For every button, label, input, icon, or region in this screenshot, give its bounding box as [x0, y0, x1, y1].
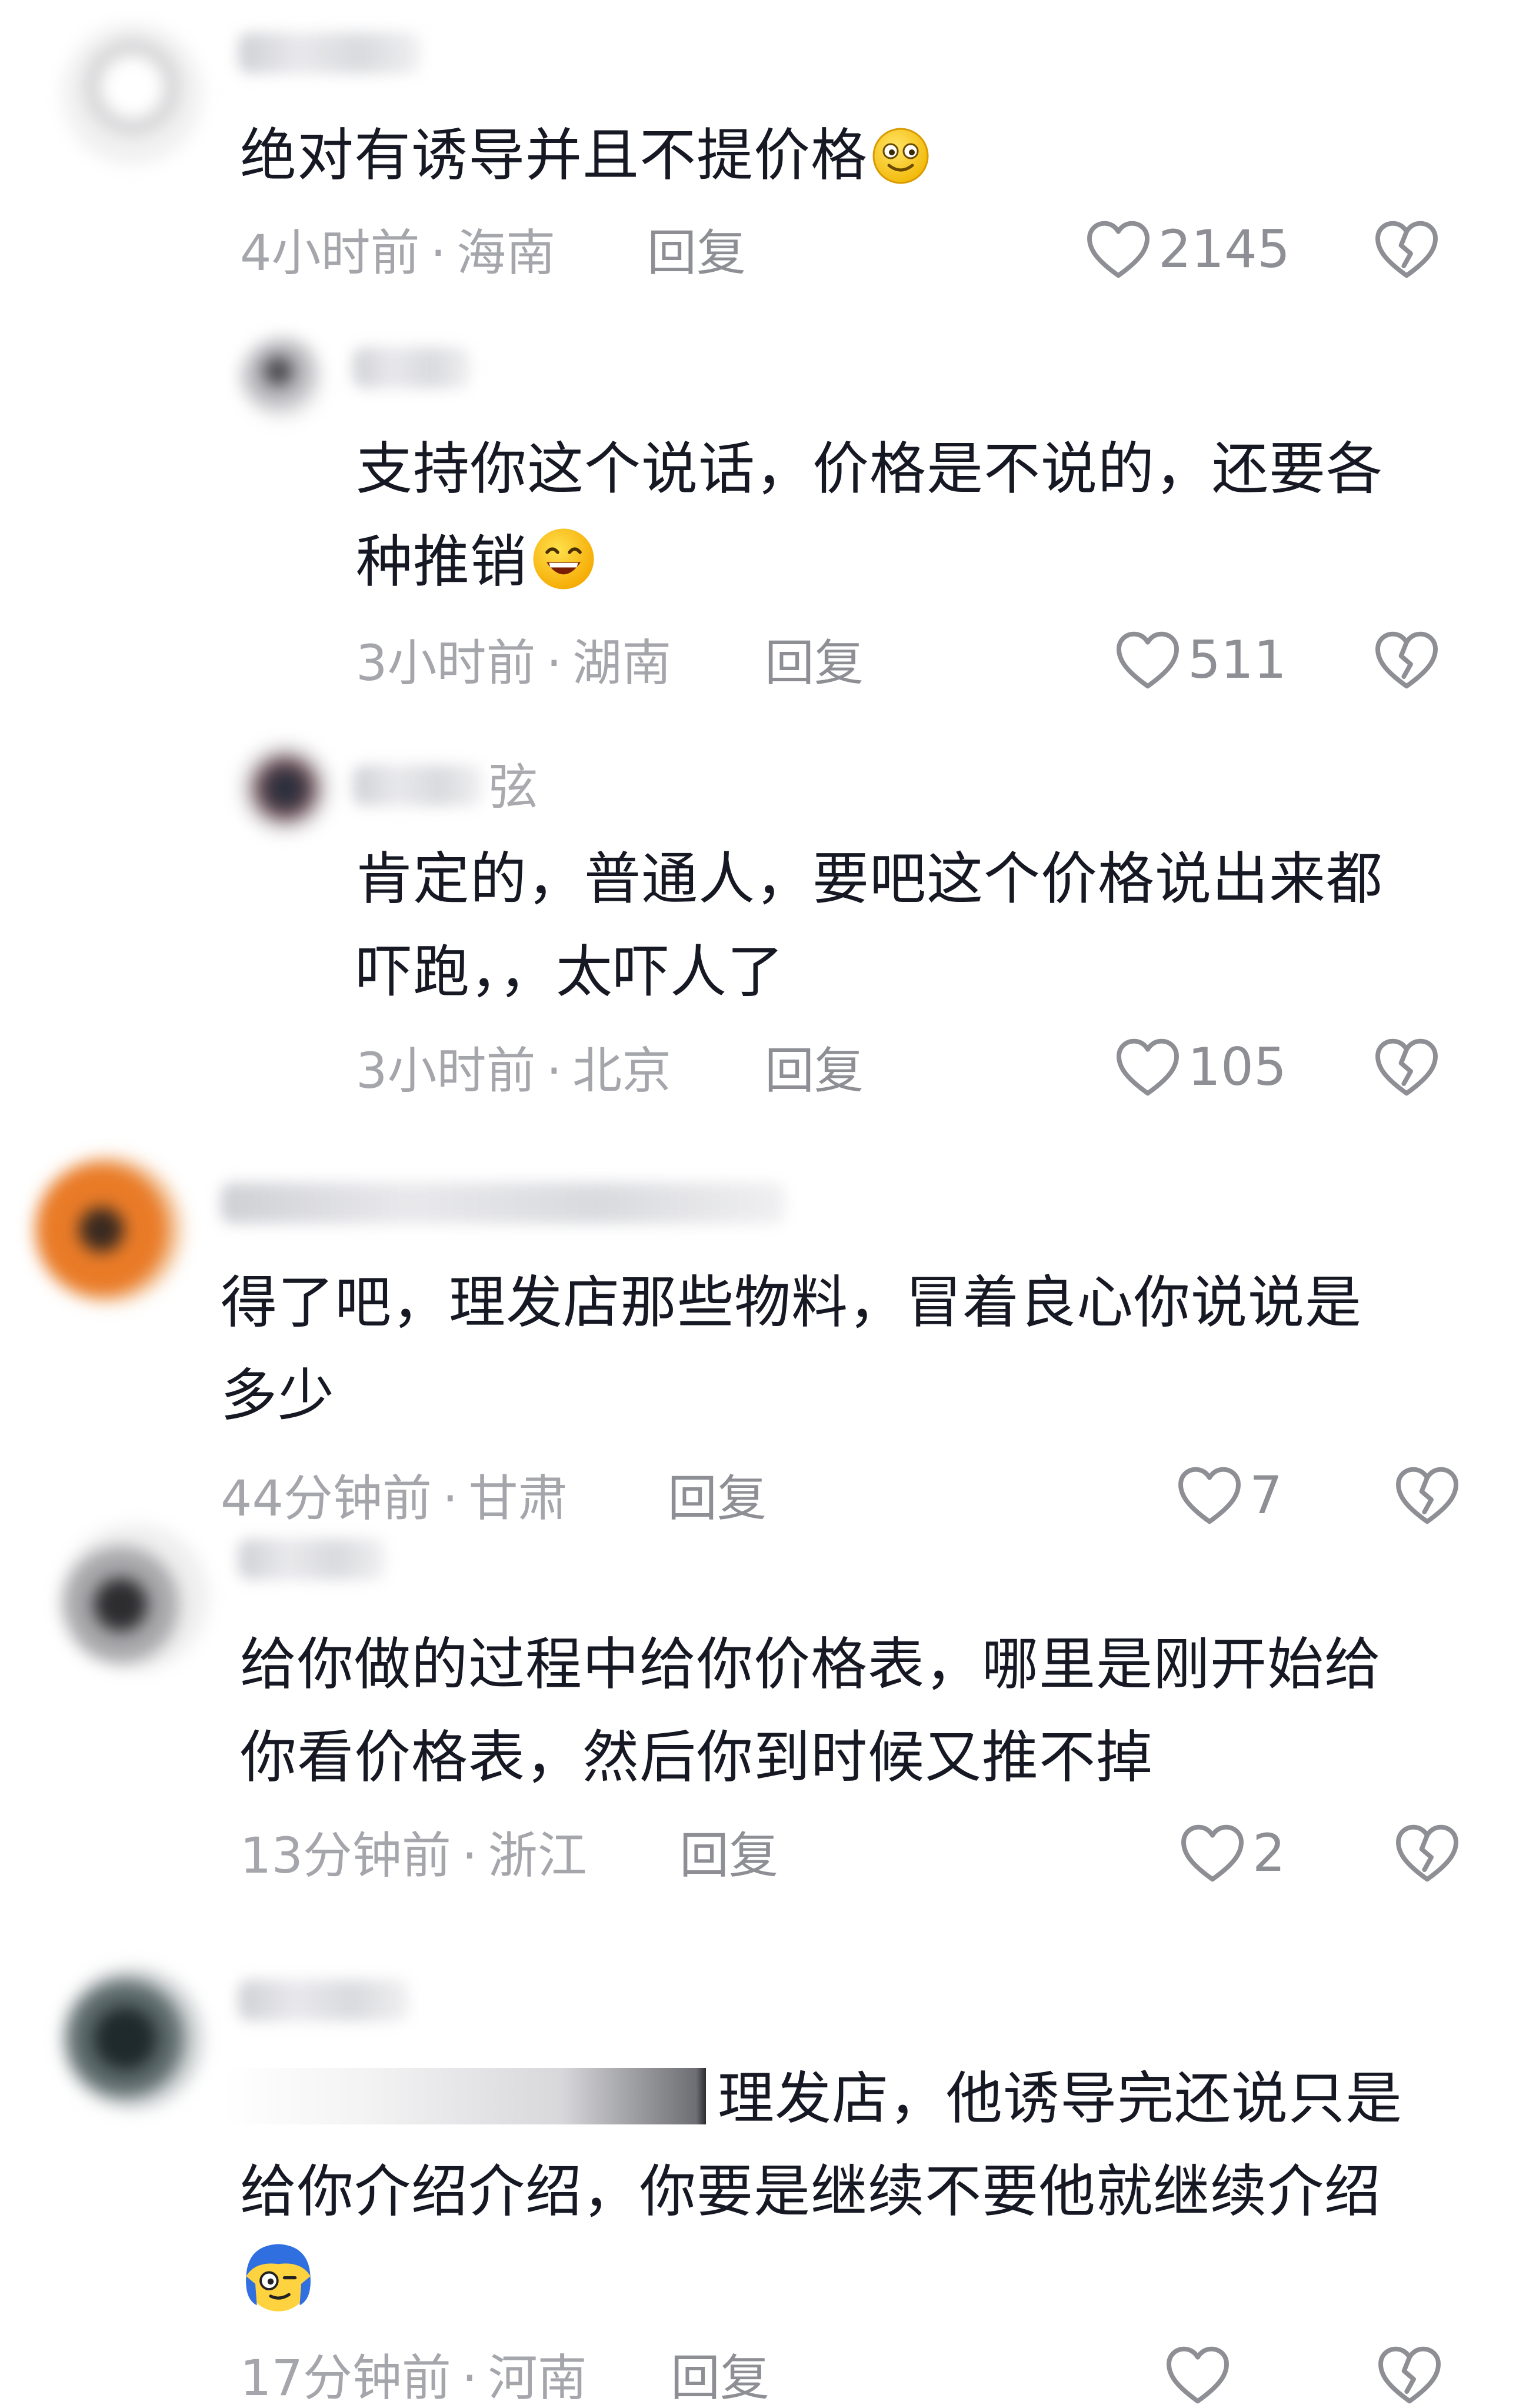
like-button[interactable]: 105 [1115, 1037, 1287, 1098]
meta-separator: · [461, 1827, 478, 1884]
broken-heart-icon [1378, 2346, 1441, 2404]
comment-text: 肯定的，普通人，要吧这个价格说出来都 吓跑，，太吓人了 [356, 832, 1485, 1018]
reply-button[interactable]: 回复 [765, 638, 864, 688]
dislike-button[interactable] [1374, 1037, 1440, 1100]
broken-heart-icon [1375, 221, 1438, 278]
heart-icon [1178, 1467, 1241, 1524]
comment-meta: 44分钟前 · 甘肃 [221, 1474, 568, 1523]
location-label: 甘肃 [468, 1470, 568, 1527]
comment-text-line-2: 给你介绍介绍，你要是继续不要他就继续介绍 [240, 2159, 1381, 2224]
meta-separator: · [546, 634, 562, 692]
comment-text-line-2: 多少 [221, 1363, 335, 1428]
like-count: 2 [1252, 1823, 1285, 1883]
dislike-button[interactable] [1377, 2344, 1442, 2408]
avatar[interactable] [35, 1156, 182, 1303]
heart-icon [1181, 1824, 1244, 1882]
time-label: 4小时前 [240, 224, 420, 282]
reply-button[interactable]: 回复 [668, 1474, 767, 1523]
meta-separator: · [546, 1042, 562, 1100]
comment-text: 绝对有诱导并且不提价格 [240, 109, 930, 212]
comment-text-line-3 [240, 2238, 1505, 2342]
like-button[interactable]: 2145 [1085, 219, 1290, 280]
dislike-button[interactable] [1374, 219, 1440, 282]
comment-text-line-2: 吓跑，，太吓人了 [356, 939, 784, 1005]
avatar[interactable] [241, 338, 324, 421]
comment-meta: 3小时前 · 湖南 [356, 638, 671, 688]
heart-icon [1117, 1038, 1179, 1096]
reply-button[interactable]: 回复 [671, 2353, 769, 2403]
location-label: 河南 [488, 2349, 587, 2407]
username-blurred[interactable] [221, 1183, 785, 1224]
reply-button[interactable]: 回复 [647, 228, 746, 278]
time-label: 13分钟前 [240, 1827, 451, 1884]
location-label: 湖南 [572, 634, 672, 692]
time-label: 17分钟前 [240, 2349, 451, 2407]
comment-text: 支持你这个说话，价格是不说的，还要各 种推销 [356, 422, 1485, 619]
location-label: 浙江 [488, 1827, 587, 1884]
comment-text: 得了吧，理发店那些物料，冒着良心你说说是 多少 [221, 1256, 1503, 1442]
broken-heart-icon [1396, 1467, 1458, 1524]
heart-icon [1087, 221, 1150, 278]
like-count: 7 [1250, 1465, 1282, 1526]
dislike-button[interactable] [1394, 1823, 1460, 1886]
like-button[interactable]: 511 [1115, 630, 1287, 691]
comment-text-line: 支持你这个说话，价格是不说的，还要各 [356, 436, 1383, 502]
avatar[interactable] [62, 1524, 209, 1671]
comment-text-content: 绝对有诱导并且不提价格 [240, 122, 868, 188]
time-label: 3小时前 [356, 1042, 536, 1100]
like-button[interactable]: 2 [1180, 1823, 1285, 1884]
meta-separator: · [442, 1470, 458, 1527]
username-tail[interactable]: 弦 [488, 762, 538, 812]
broken-heart-icon [1375, 1038, 1438, 1096]
heart-icon [1117, 631, 1179, 689]
username-blurred[interactable] [238, 1980, 409, 2021]
avatar[interactable] [241, 744, 329, 832]
like-button[interactable]: 7 [1177, 1465, 1282, 1526]
username-blurred[interactable] [238, 1538, 385, 1580]
avatar[interactable] [62, 1968, 203, 2109]
comment-meta: 17分钟前 · 河南 [240, 2353, 587, 2403]
meta-separator: · [430, 224, 447, 282]
comment-text-line-2: 你看价格表，然后你到时候又推不掉 [240, 1724, 1153, 1790]
time-label: 3小时前 [356, 634, 536, 692]
smile-emoji-icon [871, 119, 930, 212]
like-count: 105 [1188, 1037, 1287, 1097]
comment-text-line: 给你做的过程中给你价格表，哪里是刚开始给 [240, 1631, 1381, 1697]
avatar[interactable] [62, 24, 203, 165]
time-label: 44分钟前 [221, 1470, 432, 1527]
blue-face-emoji-icon [240, 2238, 316, 2342]
location-label: 海南 [457, 224, 556, 282]
comment-text-line: 理发店，他诱导完还说只是 [718, 2066, 1402, 2131]
comment-text-line: 得了吧，理发店那些物料，冒着良心你说说是 [221, 1270, 1362, 1335]
username-blurred[interactable] [238, 32, 421, 74]
broken-heart-icon [1375, 631, 1438, 689]
comment-text: 给你做的过程中给你价格表，哪里是刚开始给 你看价格表，然后你到时候又推不掉 [240, 1618, 1505, 1804]
comment-text-line-2: 种推销 [356, 515, 1485, 619]
username-blurred[interactable] [353, 765, 482, 806]
meta-separator: · [461, 2349, 478, 2407]
comment-meta: 3小时前 · 北京 [356, 1046, 671, 1095]
like-button[interactable] [1165, 2344, 1231, 2406]
reply-button[interactable]: 回复 [765, 1046, 864, 1095]
like-count: 2145 [1158, 219, 1290, 279]
heart-icon [1167, 2346, 1229, 2404]
grin-emoji-icon [531, 526, 597, 619]
comment-meta: 4小时前 · 海南 [240, 228, 555, 278]
reply-button[interactable]: 回复 [679, 1831, 778, 1880]
comment-text-line: 肯定的，普通人，要吧这个价格说出来都 [356, 846, 1383, 912]
comment-text: 理发店，他诱导完还说只是 给你介绍介绍，你要是继续不要他就继续介绍 [240, 2052, 1505, 2342]
broken-heart-icon [1396, 1824, 1458, 1882]
comment-meta: 13分钟前 · 浙江 [240, 1831, 587, 1880]
location-label: 北京 [572, 1042, 672, 1100]
like-count: 511 [1188, 630, 1287, 690]
dislike-button[interactable] [1374, 630, 1440, 693]
username-blurred[interactable] [353, 347, 471, 388]
dislike-button[interactable] [1394, 1465, 1460, 1528]
